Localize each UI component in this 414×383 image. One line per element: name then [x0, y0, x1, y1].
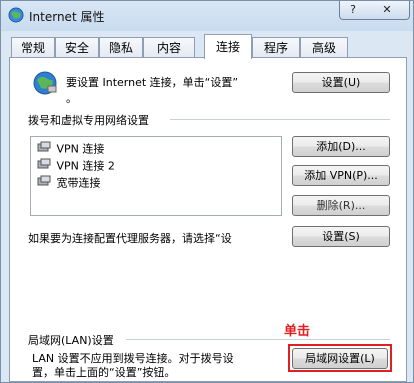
tab-general[interactable]: 常规 [11, 37, 55, 58]
tab-advanced[interactable]: 高级 [300, 37, 348, 58]
network-connection-icon [37, 141, 53, 158]
settings-button[interactable]: 设置(S) [292, 226, 390, 247]
add-button[interactable]: 添加(D)... [292, 136, 390, 157]
remove-button[interactable]: 删除(R)... [292, 195, 390, 216]
tab-content[interactable]: 内容 [143, 37, 195, 58]
internet-globe-icon [8, 7, 24, 23]
proxy-instruction-text: 如果要为连接配置代理服务器，请选择“设 [28, 232, 232, 245]
lan-divider [126, 339, 390, 340]
connections-listbox[interactable]: VPN 连接 VPN 连接 2 宽带连接 [30, 136, 282, 216]
dialup-divider [170, 119, 390, 120]
tab-connections[interactable]: 连接 [204, 34, 252, 59]
lan-settings-button[interactable]: 局域网设置(L) [292, 348, 388, 369]
click-annotation: 单击 [284, 324, 311, 339]
setup-instruction-text: 要设置 Internet 连接，单击“设置” [66, 76, 239, 89]
setup-instruction-text-cont: 。 [66, 92, 77, 105]
tab-security[interactable]: 安全 [55, 37, 99, 58]
close-button[interactable]: ✕ [365, 1, 410, 20]
title-bar[interactable]: Internet 属性 ? ✕ [1, 1, 413, 31]
connections-panel: 要设置 Internet 连接，单击“设置” 。 设置(U) 拨号和虚拟专用网络… [9, 57, 407, 382]
tab-privacy[interactable]: 隐私 [99, 37, 143, 58]
list-item[interactable]: VPN 连接 2 [37, 158, 115, 174]
lan-instruction-text-cont: 置，单击上面的“设置”按钮。 [32, 366, 176, 379]
setup-button[interactable]: 设置(U) [292, 72, 390, 93]
add-vpn-button[interactable]: 添加 VPN(P)... [292, 165, 390, 186]
list-item[interactable]: VPN 连接 [37, 141, 104, 157]
network-globe-icon [32, 70, 58, 96]
network-connection-icon [37, 158, 53, 175]
internet-properties-window: Internet 属性 ? ✕ 常规 安全 隐私 内容 连接 程序 高级 要设置… [0, 0, 414, 383]
dialup-vpn-heading: 拨号和虚拟专用网络设置 [28, 114, 149, 127]
list-item[interactable]: 宽带连接 [37, 175, 101, 191]
network-connection-icon [37, 175, 53, 192]
tab-programs[interactable]: 程序 [252, 37, 300, 58]
window-title: Internet 属性 [29, 10, 105, 24]
connection-label: VPN 连接 [56, 142, 105, 156]
connection-label: VPN 连接 2 [56, 159, 115, 173]
connection-label: 宽带连接 [56, 176, 101, 190]
help-button[interactable]: ? [339, 1, 367, 20]
lan-heading: 局域网(LAN)设置 [28, 334, 114, 347]
